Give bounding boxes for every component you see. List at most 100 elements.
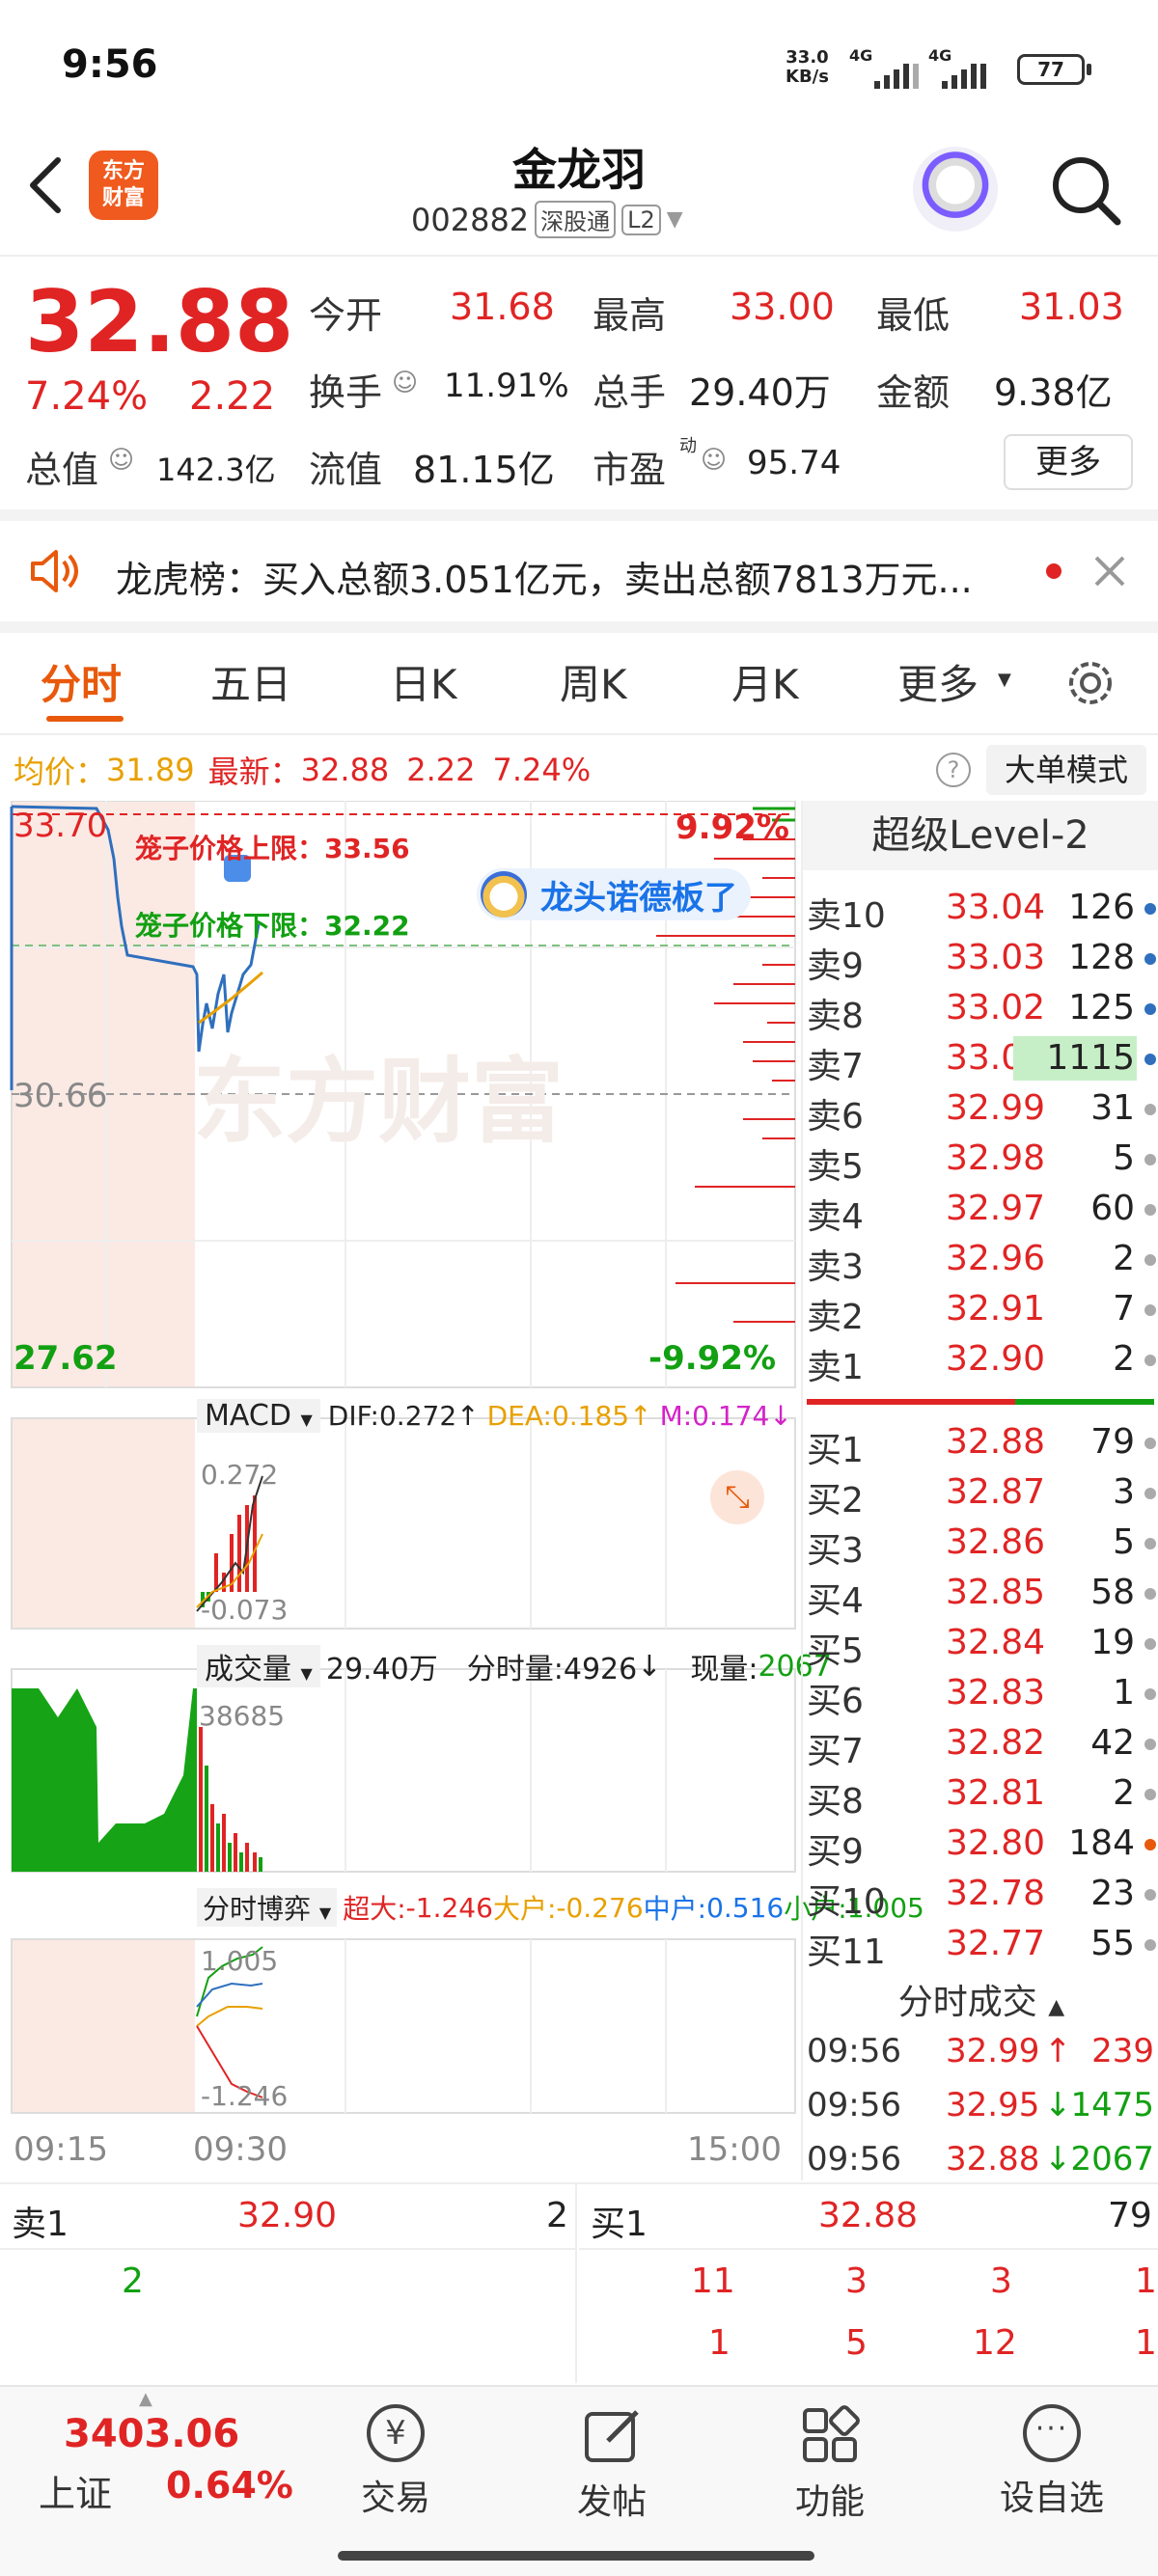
hot-topic-badge[interactable]: 龙头诺德板了 (477, 868, 751, 920)
open-value: 31.68 (450, 286, 555, 328)
low-label: 最低 (876, 294, 951, 337)
trade-row: 09:56 32.95 ↓ 1475 (807, 2086, 1154, 2124)
market-cap-value: 142.3亿 (156, 452, 276, 488)
ask-row[interactable]: 卖10 33.04 126 (803, 884, 1158, 936)
trades-title[interactable]: 分时成交 ▲ (803, 1974, 1158, 2024)
notice-text: 龙虎榜：买入总额3.051亿元，卖出总额7813万元... (116, 559, 973, 601)
search-icon[interactable] (1048, 152, 1125, 230)
ask-row[interactable]: 卖1 32.90 2 (803, 1335, 1158, 1387)
order-dot-icon (1144, 1839, 1156, 1850)
tab-weekly-k[interactable]: 周K (560, 652, 627, 711)
amount-label: 金额 (876, 371, 951, 414)
macd-selector[interactable]: MACD ▼ (197, 1398, 320, 1433)
nav-functions[interactable]: 功能 (772, 2397, 888, 2541)
expand-icon[interactable]: ⤡ (710, 1470, 764, 1524)
chevron-down-icon[interactable]: ▼ (998, 670, 1011, 690)
bid-row[interactable]: 买4 32.85 58 (803, 1569, 1158, 1621)
bid-row[interactable]: 买2 32.87 3 (803, 1468, 1158, 1521)
order-dot-icon (1144, 953, 1156, 965)
chevron-down-icon[interactable]: ▼ (667, 207, 683, 232)
macd-bars (201, 1495, 257, 1607)
turnover-label: 换手 (309, 371, 383, 414)
bid-queue-order: 3 (845, 2261, 868, 2301)
level2-panel: 超级Level-2 卖10 33.04 126 卖9 33.03 128 卖8 33.02 12… (801, 801, 1158, 2180)
change-amount: 2.22 (189, 374, 276, 419)
order-dot-icon (1144, 903, 1156, 915)
order-dot-icon (1144, 1154, 1156, 1165)
tab-monthly-k[interactable]: 月K (731, 652, 799, 711)
volume-selector[interactable]: 成交量 ▼ (197, 1645, 320, 1687)
tab-five-day[interactable]: 五日 (210, 652, 291, 711)
ask-row[interactable]: 卖3 32.96 2 (803, 1235, 1158, 1287)
ask-row[interactable]: 卖6 32.99 31 (803, 1084, 1158, 1137)
intraday-chart[interactable] (0, 801, 801, 2161)
watermark: 东方财富 (193, 1048, 564, 1156)
macd-header: MACD ▼ DIF:0.272 ↑ DEA:0.185 ↑ M:0.174 ↓ (197, 1395, 792, 1436)
pct-axis-max: 9.92% (676, 808, 789, 847)
bid-queue-order: 5 (845, 2323, 868, 2363)
bid-row[interactable]: 买7 32.82 42 (803, 1719, 1158, 1771)
change-percent: 7.24% (25, 374, 149, 419)
volume-bars-after-open (199, 1727, 262, 1872)
trade-row: 09:56 32.88 ↓ 2067 (807, 2140, 1154, 2179)
bid-queue-order: 11 (691, 2261, 735, 2301)
nav-add-favorite[interactable]: ··· 设自选 (984, 2397, 1119, 2541)
order-dot-icon (1144, 1588, 1156, 1600)
order-dot-icon (1144, 1688, 1156, 1700)
ask-row[interactable]: 卖9 33.03 128 (803, 934, 1158, 986)
ask-queue[interactable]: 卖1 32.90 2 2 (0, 2184, 577, 2383)
quote-panel: 32.88 7.24% 2.22 今开 31.68 最高 33.00 最低 31… (0, 257, 1158, 507)
ask-row[interactable]: 卖7 33.00 1115 (803, 1034, 1158, 1086)
index-name: 上证 (39, 2473, 113, 2515)
tab-daily-k[interactable]: 日K (390, 652, 457, 711)
signal-icon-2: 4G (928, 46, 1006, 89)
more-button[interactable]: 更多 (1004, 434, 1133, 490)
notice-bar[interactable]: 龙虎榜：买入总额3.051亿元，卖出总额7813万元... (0, 521, 1158, 619)
bid-row[interactable]: 买5 32.84 19 (803, 1619, 1158, 1671)
bid-row[interactable]: 买10 32.78 23 (803, 1870, 1158, 1922)
bid-queue-order: 3 (990, 2261, 1012, 2301)
info-icon[interactable]: ☺ (701, 446, 727, 475)
bid-row[interactable]: 买11 32.77 55 (803, 1920, 1158, 1972)
order-dot-icon (1144, 1538, 1156, 1549)
ask-row[interactable]: 卖2 32.91 7 (803, 1285, 1158, 1337)
bid-row[interactable]: 买9 32.80 184 (803, 1820, 1158, 1872)
chart-tabs: 分时 五日 日K 周K 月K 更多 ▼ (0, 633, 1158, 733)
index-ticker[interactable]: ▲ 3403.06 上证 0.64% (0, 2387, 293, 2541)
capital-flow-selector[interactable]: 分时博弈 ▼ (197, 1888, 338, 1927)
level2-title[interactable]: 超级Level-2 (803, 801, 1158, 870)
ask-row[interactable]: 卖4 32.97 60 (803, 1185, 1158, 1237)
tab-intraday[interactable]: 分时 (41, 652, 122, 711)
last-price: 32.88 (25, 272, 294, 371)
price-cap-upper: 笼子价格上限：33.56 (135, 833, 410, 864)
bid-row[interactable]: 买8 32.81 2 (803, 1769, 1158, 1822)
pe-dynamic-mark: 动 (679, 436, 697, 456)
nav-post[interactable]: 发帖 (554, 2397, 670, 2541)
order-dot-icon (1144, 1889, 1156, 1901)
time-axis-open: 09:30 (193, 2130, 288, 2169)
ask-row[interactable]: 卖5 32.98 5 (803, 1135, 1158, 1187)
pct-axis-min: -9.92% (648, 1339, 777, 1378)
bid-queue[interactable]: 买1 32.88 79 11 3 3 1 1 5 12 1 (579, 2184, 1158, 2383)
order-dot-icon (1144, 1054, 1156, 1065)
bid-queue-order: 1 (1135, 2323, 1157, 2363)
stock-code-row: 002882 深股通 L2 ▼ (411, 201, 683, 238)
info-icon[interactable]: ☺ (392, 369, 418, 397)
robot-avatar-icon[interactable] (913, 147, 998, 232)
tab-more[interactable]: 更多 (897, 652, 979, 711)
nav-trade[interactable]: ¥ 交易 (338, 2397, 454, 2541)
help-icon[interactable]: ? (936, 753, 971, 787)
bid-row[interactable]: 买3 32.86 5 (803, 1519, 1158, 1571)
bid-row[interactable]: 买6 32.83 1 (803, 1669, 1158, 1721)
stock-header: 东方 财富 金龙羽 002882 深股通 L2 ▼ (0, 135, 1158, 257)
close-icon[interactable] (1090, 552, 1129, 590)
big-order-mode-button[interactable]: 大单模式 (986, 745, 1146, 795)
market-tag: 深股通 (535, 201, 617, 238)
info-icon[interactable]: ☺ (108, 446, 134, 475)
order-dot-icon (1144, 1204, 1156, 1216)
bid-queue-order: 1 (708, 2323, 731, 2363)
order-dot-icon (1144, 1488, 1156, 1499)
ask-row[interactable]: 卖8 33.02 125 (803, 984, 1158, 1036)
settings-gear-icon[interactable] (1062, 654, 1119, 712)
bid-row[interactable]: 买1 32.88 79 (803, 1418, 1158, 1470)
